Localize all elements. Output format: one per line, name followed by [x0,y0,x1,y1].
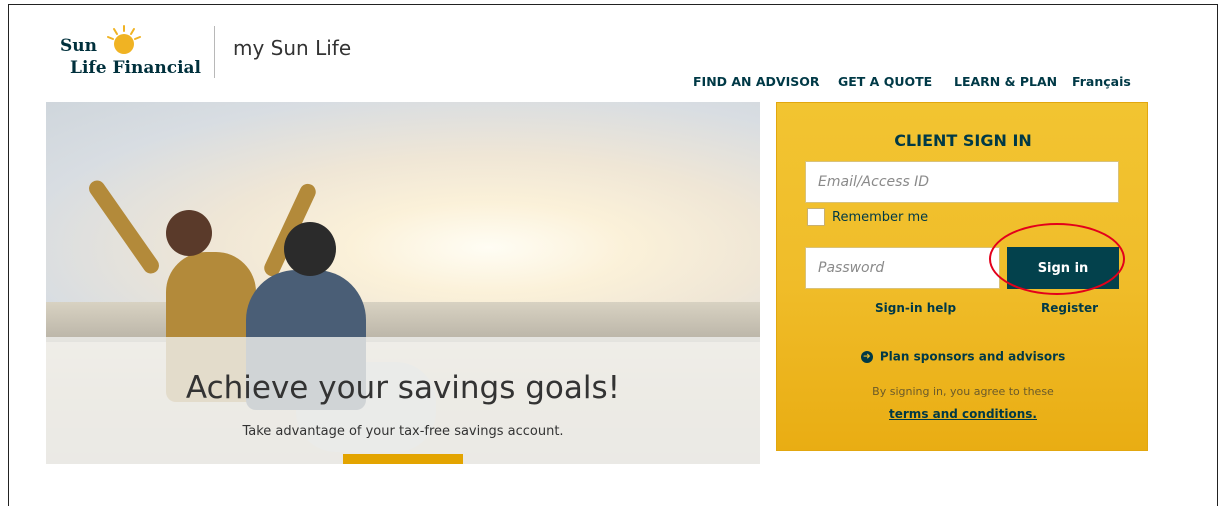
hero-rider-man-helmet [284,222,336,276]
register-link[interactable]: Register [1041,301,1098,315]
sun-logo-icon [107,25,141,54]
sign-in-title: CLIENT SIGN IN [894,131,1032,150]
terms-note: By signing in, you agree to these [872,385,1054,398]
email-access-id-field[interactable] [805,161,1119,203]
hero-headline: Achieve your savings goals! [185,370,621,406]
top-navigation: FIND AN ADVISOR GET A QUOTE LEARN & PLAN… [0,74,1225,94]
client-sign-in-panel: CLIENT SIGN IN Remember me Sign in Sign-… [776,102,1148,451]
remember-me-checkbox[interactable] [807,208,825,226]
sign-in-button[interactable]: Sign in [1007,247,1119,289]
remember-me-label[interactable]: Remember me [832,210,928,225]
sign-in-help-link[interactable]: Sign-in help [875,301,956,315]
nav-get-quote[interactable]: GET A QUOTE [838,74,932,89]
hero-banner[interactable]: Achieve your savings goals! Take advanta… [46,102,760,464]
nav-find-advisor[interactable]: FIND AN ADVISOR [693,74,820,89]
hero-subtext: Take advantage of your tax-free savings … [242,424,564,439]
hero-rider-woman-head [166,210,212,256]
circle-arrow-right-icon: ➜ [860,350,873,363]
hero-cta-button[interactable] [343,454,463,464]
nav-learn-plan[interactable]: LEARN & PLAN [954,74,1057,89]
app-title: my Sun Life [233,36,352,60]
hero-sea-image [46,302,760,342]
nav-francais[interactable]: Français [1072,74,1131,89]
terms-and-conditions-link[interactable]: terms and conditions. [777,407,1149,421]
plan-sponsors-advisors-link[interactable]: Plan sponsors and advisors [880,350,1065,364]
header-divider [214,26,215,78]
plan-sponsors-row[interactable]: ➜ Plan sponsors and advisors [777,346,1149,365]
password-field[interactable] [805,247,1000,289]
logo-text-sun: Sun [60,36,97,56]
